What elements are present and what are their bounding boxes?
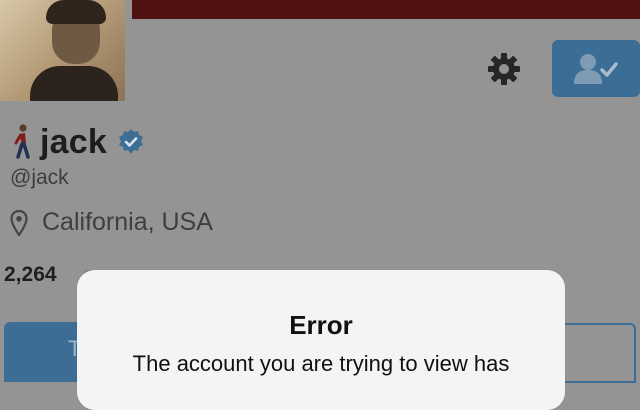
profile-name: jack	[40, 122, 107, 161]
gear-icon[interactable]	[487, 52, 521, 86]
error-alert-dialog: Error The account you are trying to view…	[77, 270, 565, 410]
tab-right[interactable]	[558, 323, 636, 383]
location-pin-icon	[10, 209, 28, 236]
tab-tweets[interactable]: T	[4, 322, 81, 382]
alert-title: Error	[289, 310, 353, 340]
verified-badge-icon	[118, 129, 143, 154]
avatar-shirt	[30, 66, 118, 101]
profile-handle: @jack	[10, 166, 69, 189]
avatar-hair	[46, 0, 106, 24]
location-row: California, USA	[10, 208, 213, 237]
following-button[interactable]	[552, 40, 640, 97]
alert-message: The account you are trying to view has	[132, 351, 510, 376]
profile-name-row: jack	[10, 122, 145, 162]
person-check-icon	[574, 53, 618, 84]
following-count[interactable]: 2,264	[4, 263, 57, 287]
walking-person-emoji-icon	[14, 124, 30, 159]
profile-banner	[132, 0, 640, 19]
avatar[interactable]	[0, 0, 125, 101]
profile-location: California, USA	[42, 208, 213, 236]
